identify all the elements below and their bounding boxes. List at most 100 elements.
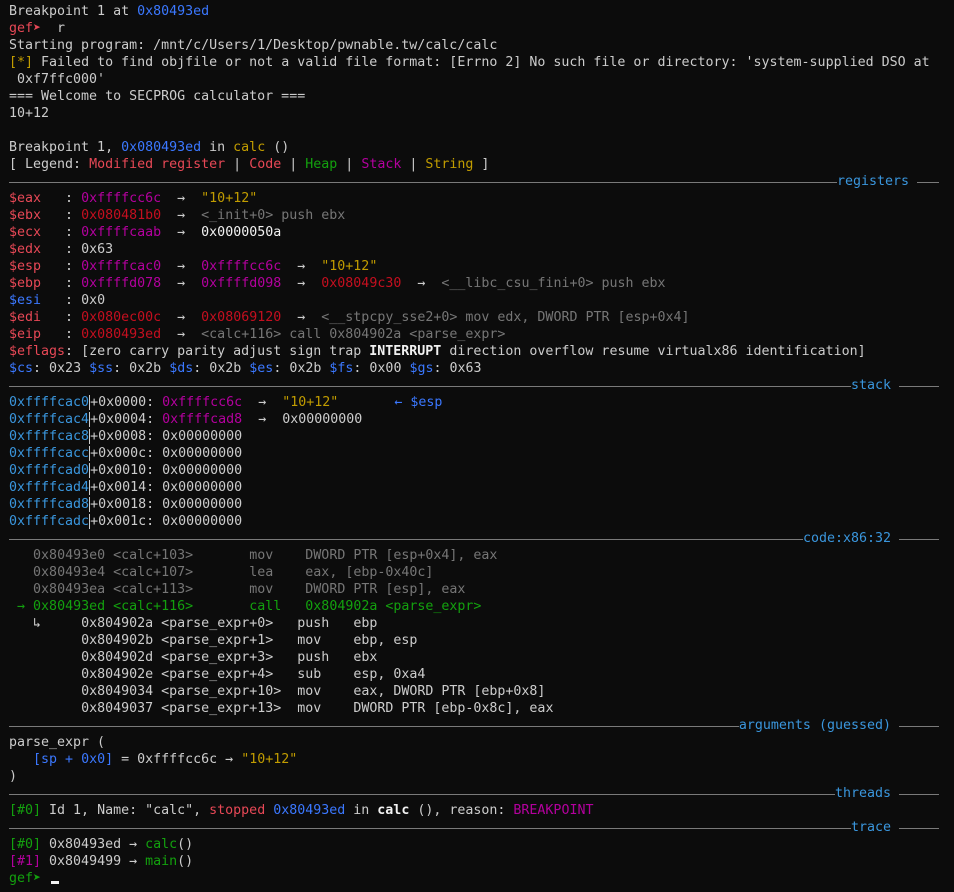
- rule: [9, 725, 739, 727]
- register-row: $esi : 0x0: [9, 292, 947, 309]
- register-name: $eax: [9, 191, 42, 206]
- instruction-symbol: <parse_expr+4>: [161, 667, 274, 682]
- legend: [ Legend: Modified register | Code | Hea…: [9, 156, 947, 173]
- segment-registers: $cs: 0x23 $ss: 0x2b $ds: 0x2b $es: 0x2b …: [9, 360, 947, 377]
- register-name: $esi: [9, 293, 42, 308]
- trace-function: calc: [145, 837, 178, 852]
- spacer: :: [113, 361, 130, 376]
- register-row: $ebx : 0x080481b0 → <_init+0> push ebx: [9, 207, 947, 224]
- address: 0x80493ed: [137, 4, 210, 19]
- legend-stack: Stack: [361, 157, 402, 172]
- trace-index: [#0]: [9, 837, 42, 852]
- stack-value: 0x00000000: [162, 463, 243, 478]
- trace-address: 0x80493ed →: [41, 837, 146, 852]
- register-row: $ecx : 0xffffcaab → 0x0000050a: [9, 224, 947, 241]
- segment-name: $fs: [329, 361, 354, 376]
- instruction-op: push: [297, 616, 330, 631]
- rule: [899, 538, 939, 540]
- text: (), reason:: [409, 803, 514, 818]
- instruction-args: eax, DWORD PTR [ebp+0x8]: [353, 684, 546, 699]
- flag-interrupt: INTERRUPT: [369, 344, 442, 359]
- rule: [9, 385, 851, 387]
- inner-instruction: 0x804902e <parse_expr+4> sub esp, 0xa4: [9, 666, 947, 683]
- command: r: [49, 21, 66, 36]
- stack-address: 0xffffcac0: [9, 395, 90, 410]
- segment-name: $ds: [169, 361, 194, 376]
- cursor[interactable]: [51, 881, 60, 884]
- register-deref: 0x08069120: [201, 310, 282, 325]
- terminal[interactable]: Breakpoint 1 at 0x80493ed gef➤ r Startin…: [0, 0, 947, 887]
- gef-prompt: gef➤: [9, 21, 50, 36]
- trace-args: (): [177, 854, 194, 869]
- register-deref: 0x0000050a: [201, 225, 282, 240]
- register-name: $edx: [9, 242, 42, 257]
- segment-value: 0x23: [49, 361, 82, 376]
- stack-row: 0xffffcad8+0x0018: 0x00000000: [9, 496, 947, 513]
- spacer: :: [41, 327, 82, 342]
- instruction-args: ebp, esp: [353, 633, 418, 648]
- register-name: $ecx: [9, 225, 42, 240]
- program-input: 10+12: [9, 106, 50, 121]
- instruction-op: mov: [297, 701, 322, 716]
- arrow-icon: →: [177, 225, 186, 240]
- instruction: 0x80493ea <calc+113> mov DWORD PTR [esp]…: [9, 581, 947, 598]
- section-title: threads: [834, 786, 891, 801]
- instruction-args: DWORD PTR [ebp-0x8c], eax: [353, 701, 554, 716]
- text: Breakpoint 1,: [9, 140, 122, 155]
- spacer: :: [193, 361, 210, 376]
- current-arrow-icon: →: [17, 599, 26, 614]
- trace-function: main: [145, 854, 178, 869]
- stack-separator: stack: [9, 377, 947, 394]
- stack-offset: +0x000c:: [89, 446, 163, 461]
- stack-offset: +0x001c:: [89, 514, 163, 529]
- section-title: arguments (guessed): [738, 718, 891, 733]
- instruction-symbol: <parse_expr+10>: [161, 684, 282, 699]
- legend-code: Code: [249, 157, 282, 172]
- rule: [899, 385, 939, 387]
- instruction-address: 0x80493e0: [33, 548, 106, 563]
- stack-row: 0xffffcac4+0x0004: 0xffffcad8 → 0x000000…: [9, 411, 947, 428]
- spacer: :: [273, 361, 290, 376]
- instruction-address: 0x804902b: [81, 633, 154, 648]
- instruction-address: 0x80493e4: [33, 565, 106, 580]
- rule: [9, 793, 835, 795]
- spacer: :: [41, 208, 82, 223]
- stack-offset: +0x0004:: [89, 412, 163, 427]
- instruction-symbol: <parse_expr+3>: [161, 650, 274, 665]
- spacer: :: [41, 191, 82, 206]
- stack-pointer-label: ← $esp: [394, 395, 443, 410]
- instruction-symbol: <parse_expr+0>: [161, 616, 274, 631]
- register-name: $eip: [9, 327, 42, 342]
- registers-panel: $eax : 0xffffcc6c → "10+12" $ebx : 0x0804…: [9, 190, 947, 343]
- argument-line: [sp + 0x0] = 0xffffcc6c → "10+12": [9, 751, 947, 768]
- input-line[interactable]: gef➤: [9, 870, 947, 887]
- argument-value: = 0xffffcc6c →: [113, 752, 242, 767]
- thread-state: stopped: [209, 803, 266, 818]
